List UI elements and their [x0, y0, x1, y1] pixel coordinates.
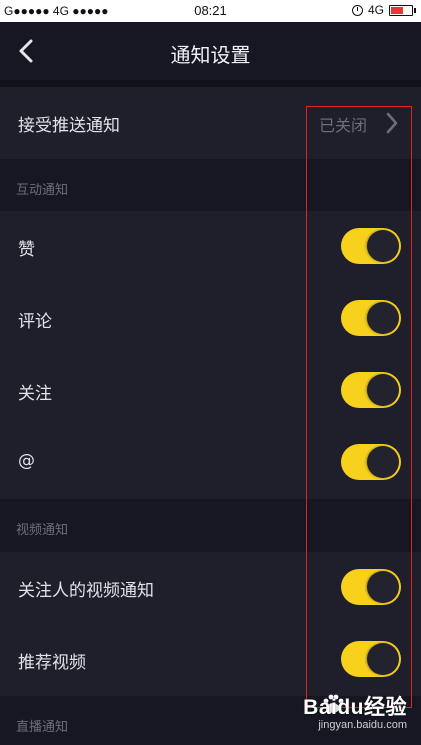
divider	[0, 80, 421, 87]
comment-toggle[interactable]	[341, 300, 401, 336]
status-icons: 4G	[351, 3, 416, 17]
watermark-url: jingyan.baidu.com	[318, 719, 407, 731]
watermark-brand: Baidu经验	[303, 696, 407, 719]
recommended-video-label: 推荐视频	[18, 653, 86, 673]
toggle-knob	[367, 302, 399, 334]
recommended-video-toggle[interactable]	[341, 641, 401, 677]
alarm-icon	[351, 4, 363, 16]
section-title: 互动通知	[16, 183, 69, 198]
toggle-knob	[367, 571, 399, 603]
mention-toggle[interactable]	[341, 444, 401, 480]
navigation-bar: 通知设置	[0, 22, 421, 80]
like-toggle[interactable]	[341, 228, 401, 264]
comment-row: 评论	[0, 283, 421, 355]
section-video: 视频通知	[0, 499, 421, 551]
section-interaction: 互动通知	[0, 159, 421, 211]
followed-video-row: 关注人的视频通知	[0, 552, 421, 624]
toggle-knob	[367, 230, 399, 262]
comment-label: 评论	[18, 312, 52, 332]
page-title: 通知设置	[170, 43, 251, 67]
like-row: 赞	[0, 211, 421, 283]
follow-toggle[interactable]	[341, 372, 401, 408]
toggle-knob	[367, 374, 399, 406]
section-title: 直播通知	[16, 720, 69, 735]
toggle-knob	[367, 643, 399, 675]
section-title: 视频通知	[16, 523, 69, 538]
battery-level	[391, 6, 404, 14]
follow-row: 关注	[0, 355, 421, 427]
followed-video-toggle[interactable]	[341, 569, 401, 605]
push-notification-status: 已关闭	[318, 116, 367, 135]
status-bar: G●●●●● 4G ●●●●● 08:21 4G	[0, 0, 421, 22]
mention-row: @	[0, 427, 421, 499]
like-label: 赞	[18, 240, 35, 260]
push-notification-row[interactable]: 接受推送通知 已关闭	[0, 87, 421, 159]
watermark: Baidu经验 jingyan.baidu.com	[283, 691, 413, 739]
network-type: 4G	[367, 3, 384, 17]
recommended-video-row: 推荐视频	[0, 624, 421, 696]
chevron-right-icon	[386, 112, 398, 134]
followed-video-label: 关注人的视频通知	[18, 581, 154, 601]
toggle-knob	[367, 446, 399, 478]
battery-icon	[389, 4, 416, 16]
follow-label: 关注	[18, 384, 52, 404]
mention-label: @	[18, 451, 35, 471]
push-notification-label: 接受推送通知	[18, 116, 120, 136]
